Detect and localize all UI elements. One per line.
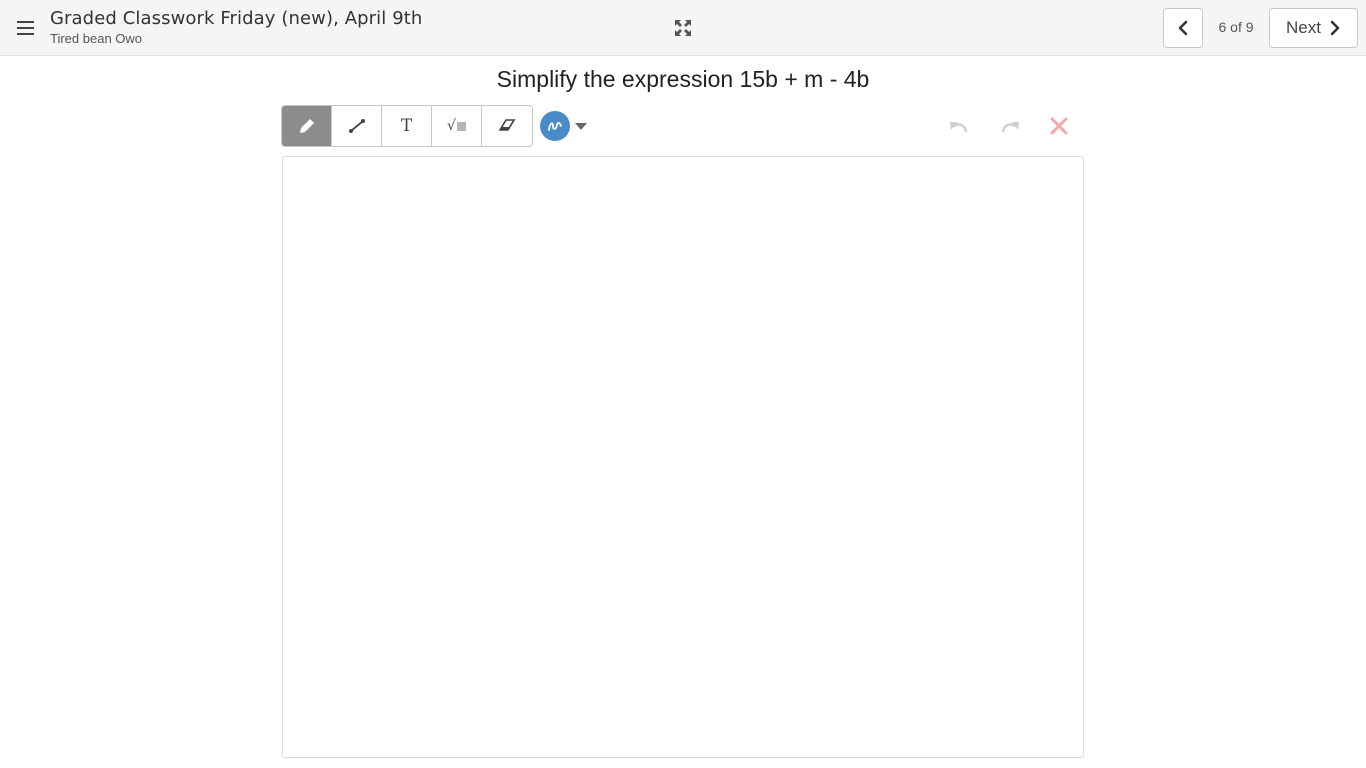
drawing-toolbar: T √: [281, 105, 533, 147]
chevron-left-icon: [1178, 20, 1188, 36]
line-icon: [348, 119, 365, 133]
text-icon: T: [400, 116, 413, 136]
previous-button[interactable]: [1163, 8, 1203, 48]
square-root-icon: √: [447, 118, 466, 134]
drawing-canvas[interactable]: [282, 156, 1084, 758]
assignment-title: Graded Classwork Friday (new), April 9th: [50, 8, 423, 29]
squiggle-icon: [540, 111, 570, 141]
eraser-tool-button[interactable]: [482, 106, 532, 146]
pen-tool-button[interactable]: [282, 106, 332, 146]
hamburger-menu-icon[interactable]: [10, 14, 40, 42]
page-indicator: 6 of 9: [1218, 19, 1254, 35]
top-bar: Graded Classwork Friday (new), April 9th…: [0, 0, 1366, 56]
undo-button[interactable]: [946, 114, 972, 138]
redo-icon: [1001, 122, 1019, 133]
next-label: Next: [1286, 18, 1321, 37]
expand-arrows-icon[interactable]: [672, 17, 694, 39]
next-button[interactable]: Next: [1269, 8, 1358, 48]
chevron-right-icon: [1330, 20, 1340, 36]
pencil-icon: [299, 119, 314, 133]
question-text: Simplify the expression 15b + m - 4b: [496, 66, 870, 92]
eraser-icon: [498, 119, 516, 131]
math-tool-button[interactable]: √: [432, 106, 482, 146]
student-name: Tired bean Owo: [50, 31, 143, 46]
title-block: Graded Classwork Friday (new), April 9th…: [50, 8, 422, 46]
color-picker[interactable]: [540, 111, 588, 141]
redo-button[interactable]: [997, 114, 1023, 138]
line-tool-button[interactable]: [332, 106, 382, 146]
close-icon: [1050, 117, 1068, 135]
undo-icon: [950, 122, 968, 133]
text-tool-button[interactable]: T: [382, 106, 432, 146]
clear-button[interactable]: [1048, 115, 1070, 137]
caret-down-icon: [575, 123, 587, 130]
